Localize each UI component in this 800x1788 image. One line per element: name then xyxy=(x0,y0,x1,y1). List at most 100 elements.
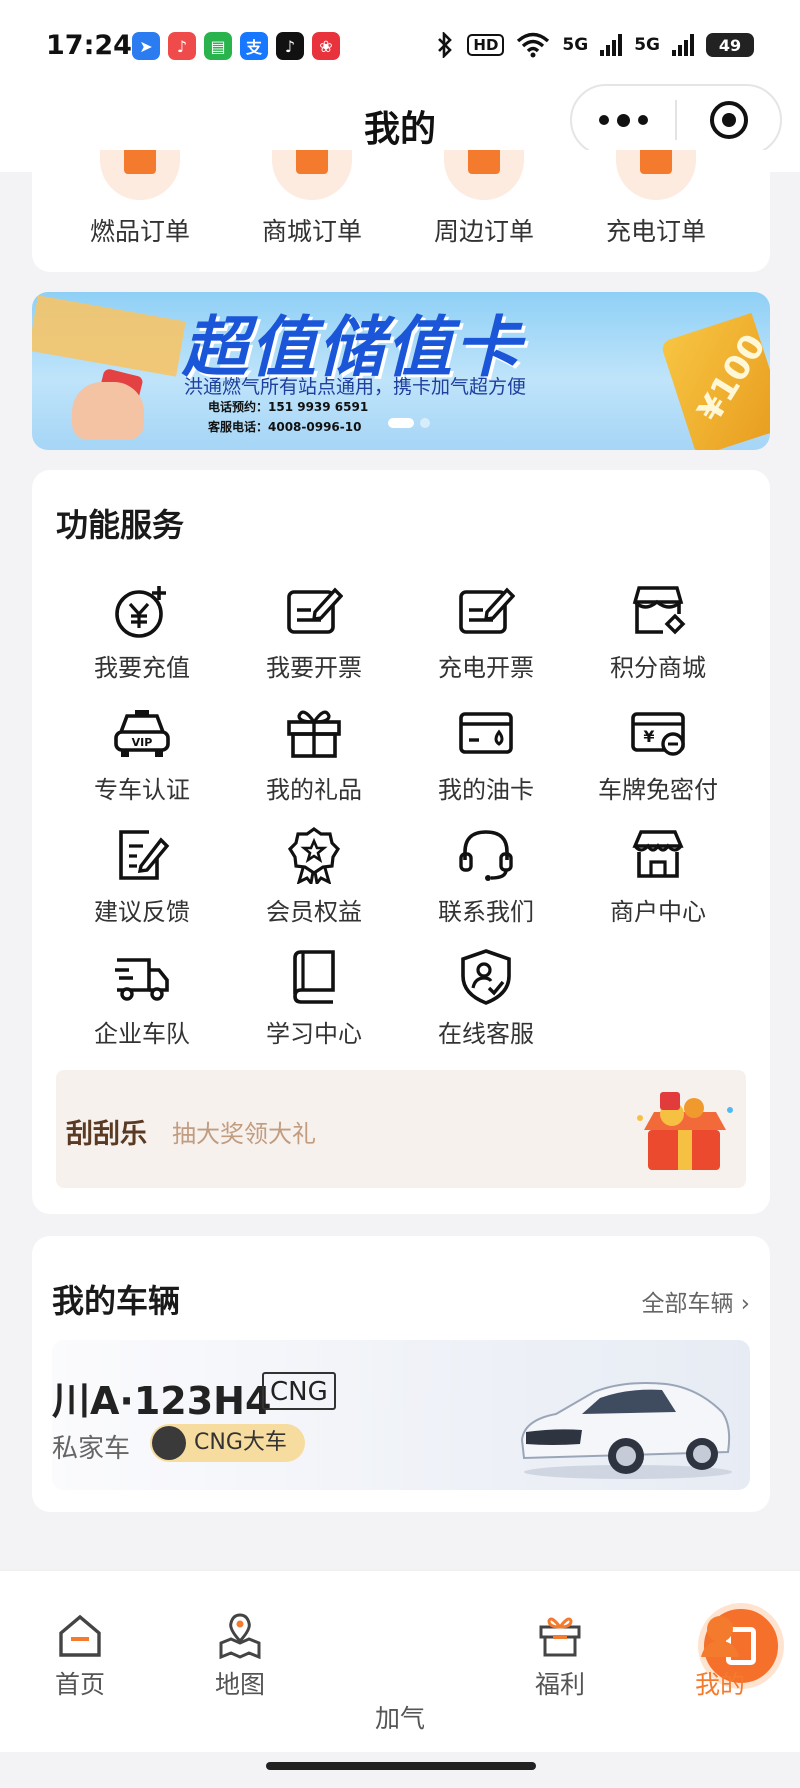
signal-2-label: 5G xyxy=(634,35,660,55)
vehicle-category-badge: CNG大车 xyxy=(150,1424,305,1462)
signal-1-bars xyxy=(600,34,623,56)
banner-service-phone: 客服电话：4008-0996-10 xyxy=(208,420,362,434)
service-label: 学习中心 xyxy=(266,1020,362,1048)
order-mall[interactable]: 商城订单 xyxy=(232,150,392,248)
service-label: 我要开票 xyxy=(266,654,362,682)
fuel-type-tag: CNG xyxy=(262,1372,336,1410)
plate-number: 川A·123H4 xyxy=(52,1379,272,1423)
service-merchant-center[interactable]: 商户中心 xyxy=(572,826,744,927)
close-miniprogram-button[interactable] xyxy=(677,101,780,139)
service-my-gifts[interactable]: 我的礼品 xyxy=(228,704,400,805)
service-contact-us[interactable]: 联系我们 xyxy=(400,826,572,927)
charging-order-icon xyxy=(616,150,696,200)
merchant-store-icon xyxy=(632,830,684,878)
online-service-icon xyxy=(461,949,511,1005)
messages-icon: ▤ xyxy=(204,32,232,60)
signal-1-label: 5G xyxy=(562,35,589,55)
service-invoice[interactable]: 我要开票 xyxy=(228,582,400,683)
service-label: 联系我们 xyxy=(438,898,534,926)
service-member-benefits[interactable]: 会员权益 xyxy=(228,826,400,927)
home-icon xyxy=(59,1614,101,1657)
tab-home[interactable]: 首页 xyxy=(20,1613,140,1701)
map-icon xyxy=(219,1613,261,1659)
miniprogram-capsule xyxy=(570,84,782,156)
vehicle-card[interactable]: 川A·123H4 CNG 私家车 CNG大车 xyxy=(52,1340,750,1490)
member-badge-icon xyxy=(287,827,341,884)
service-feedback[interactable]: 建议反馈 xyxy=(56,826,228,927)
treasure-chest-icon xyxy=(637,1092,733,1170)
service-charging-invoice[interactable]: 充电开票 xyxy=(400,582,572,683)
service-vip-car[interactable]: VIP 专车认证 xyxy=(56,704,228,805)
order-label: 燃品订单 xyxy=(89,217,190,246)
tab-welfare[interactable]: 福利 xyxy=(500,1613,620,1701)
services-card: 功能服务 我要充值 我要开票 充电开票 积分商城 VIP 专车认证 我的礼品 我… xyxy=(32,470,770,1214)
vehicle-type: 私家车 xyxy=(52,1434,131,1464)
service-label: 我的礼品 xyxy=(266,776,362,804)
headset-icon xyxy=(459,830,513,881)
order-nearby[interactable]: 周边订单 xyxy=(404,150,564,248)
music-icon: ♪ xyxy=(168,32,196,60)
book-icon xyxy=(293,950,335,1004)
service-learning-center[interactable]: 学习中心 xyxy=(228,948,400,1049)
svg-text:¥: ¥ xyxy=(643,727,654,746)
wifi-icon xyxy=(517,32,550,58)
service-recharge[interactable]: 我要充值 xyxy=(56,582,228,683)
status-indicators: HD 5G 5G 49 xyxy=(435,32,754,58)
tab-label: 首页 xyxy=(54,1670,105,1699)
car-badge-icon xyxy=(152,1426,186,1460)
welfare-gift-icon xyxy=(539,1617,581,1657)
nearby-order-icon xyxy=(444,150,524,200)
service-plate-pay[interactable]: ¥ 车牌免密付 xyxy=(572,704,744,805)
service-label: 商户中心 xyxy=(610,898,706,926)
lark-icon: ➤ xyxy=(132,32,160,60)
tab-profile[interactable]: 我的 xyxy=(660,1613,780,1701)
service-label: 专车认证 xyxy=(94,776,190,804)
service-label: 我要充值 xyxy=(94,654,190,682)
banner-coupon-illustration: ¥100 xyxy=(660,312,770,450)
tab-map[interactable]: 地图 xyxy=(180,1613,300,1701)
vehicle-category-label: CNG大车 xyxy=(194,1430,287,1455)
gift-icon xyxy=(287,710,341,758)
service-online-support[interactable]: 在线客服 xyxy=(400,948,572,1049)
tab-refuel[interactable]: 加气 xyxy=(340,1603,784,1735)
status-bar: 17:24 ➤ ♪ ▤ 支 ♪ ❀ HD 5G 5G 49 xyxy=(0,0,800,92)
service-fuel-card[interactable]: 我的油卡 xyxy=(400,704,572,805)
stored-value-card-banner[interactable]: 超值储值卡 洪通燃气所有站点通用，携卡加气超方便 电话预约：151 9939 6… xyxy=(32,292,770,450)
vip-car-icon: VIP xyxy=(114,710,170,757)
order-fuel[interactable]: 燃品订单 xyxy=(60,150,220,248)
service-label: 充电开票 xyxy=(438,654,534,682)
scratch-lottery-banner[interactable]: 刮刮乐 抽大奖领大礼 xyxy=(56,1070,746,1188)
service-label: 在线客服 xyxy=(438,1020,534,1048)
svg-text:VIP: VIP xyxy=(132,736,153,749)
service-label: 我的油卡 xyxy=(438,776,534,804)
status-time: 17:24 xyxy=(46,30,132,61)
tab-label: 地图 xyxy=(214,1670,265,1699)
order-charging[interactable]: 充电订单 xyxy=(576,150,736,248)
tiktok-icon: ♪ xyxy=(276,32,304,60)
pagination-dot xyxy=(420,418,430,428)
all-vehicles-link[interactable]: 全部车辆 › xyxy=(641,1284,750,1318)
service-points-mall[interactable]: 积分商城 xyxy=(572,582,744,683)
service-label: 会员权益 xyxy=(266,898,362,926)
order-label: 周边订单 xyxy=(433,217,534,246)
all-vehicles-label: 全部车辆 xyxy=(641,1291,734,1317)
mall-order-icon xyxy=(272,150,352,200)
service-enterprise-fleet[interactable]: 企业车队 xyxy=(56,948,228,1049)
banner-subtitle: 洪通燃气所有站点通用，携卡加气超方便 xyxy=(184,376,527,398)
service-label: 车牌免密付 xyxy=(598,776,718,804)
more-menu-button[interactable] xyxy=(572,113,675,127)
bottom-tab-bar: 首页 地图 加气 福利 我的 xyxy=(0,1570,800,1752)
banner-pagination xyxy=(388,418,430,428)
services-title: 功能服务 xyxy=(56,506,185,544)
banner-decoration-strip xyxy=(32,295,186,377)
my-vehicles-card: 我的车辆 全部车辆 › 川A·123H4 CNG 私家车 CNG大车 xyxy=(32,1236,770,1512)
invoice-icon xyxy=(287,587,343,634)
service-label: 企业车队 xyxy=(94,1020,190,1048)
points-mall-icon xyxy=(632,586,686,635)
feedback-icon xyxy=(119,830,170,880)
signal-2-bars xyxy=(672,34,694,56)
gift-app-icon: ❀ xyxy=(312,32,340,60)
home-indicator xyxy=(266,1762,536,1770)
pagination-dot-active xyxy=(388,418,414,428)
tab-label: 我的 xyxy=(694,1670,745,1699)
